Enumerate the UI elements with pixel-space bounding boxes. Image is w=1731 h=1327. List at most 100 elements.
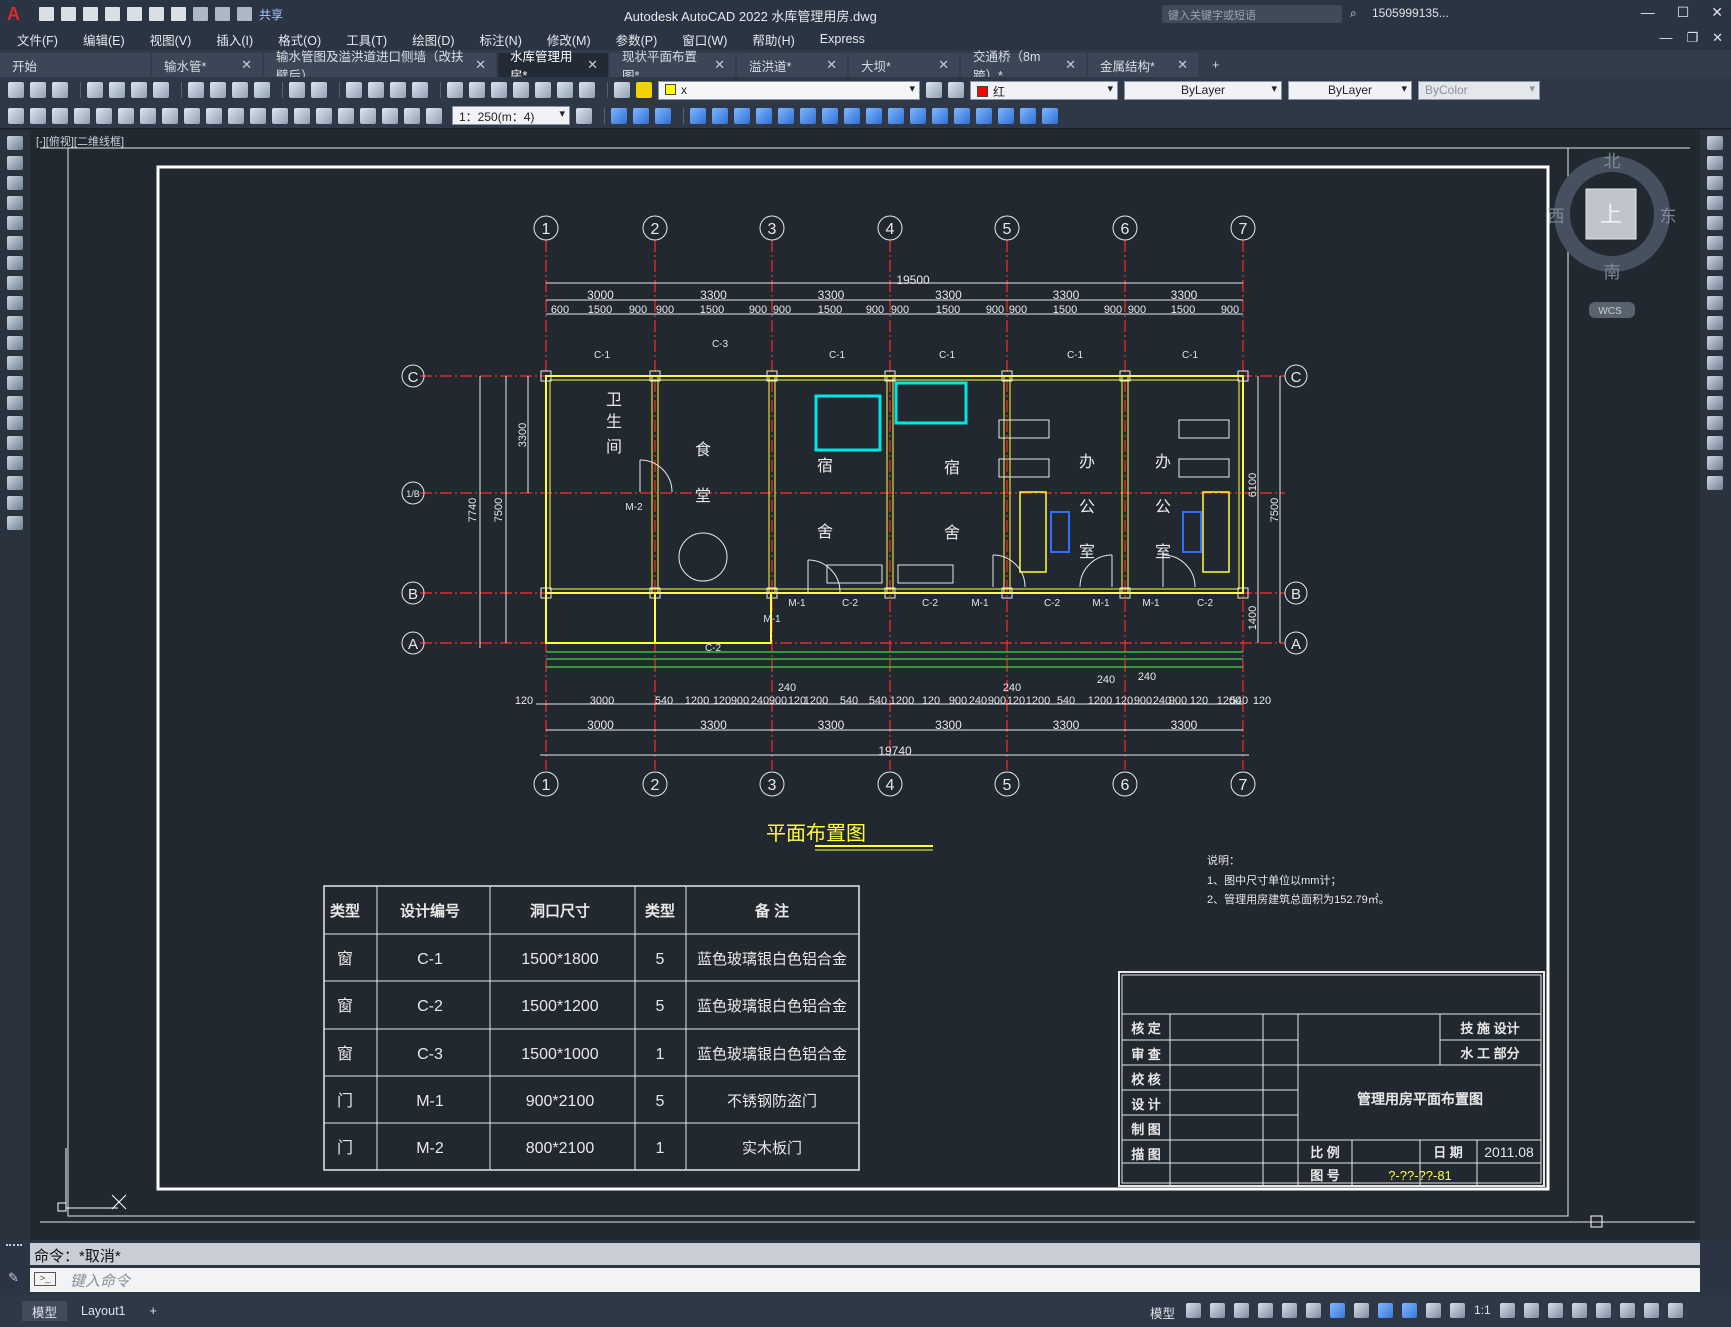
toolbar-save-icon[interactable] [52,82,68,98]
document-tab-1[interactable]: 输水管* ✕ [152,53,262,77]
save-web-icon[interactable] [149,7,164,21]
modify-tool-1-icon[interactable] [1707,156,1723,170]
toolbar-preview-icon[interactable] [109,82,125,98]
dim-angular-icon[interactable] [162,107,178,124]
viewport-controls[interactable]: [-][俯视][二维线框] [36,133,124,149]
tab-close-icon[interactable]: ✕ [938,57,949,73]
modify-copy-icon[interactable] [611,107,627,124]
draw-tool-3-icon[interactable] [7,196,23,210]
modify-tool-15-icon[interactable] [1707,436,1723,450]
toolbar-sheetset-icon[interactable] [513,82,529,98]
new-file-icon[interactable] [39,7,54,21]
open-file-icon[interactable] [61,7,76,21]
tab-close-icon[interactable]: ✕ [1177,57,1188,73]
redo-icon[interactable] [215,7,230,21]
dim-aligned-icon[interactable] [30,107,46,124]
plot-icon[interactable] [171,7,186,21]
draw-tool-2-icon[interactable] [7,176,23,190]
modify-offset-icon[interactable] [655,107,671,124]
modify-rotate-icon[interactable] [734,107,750,124]
modify-tool-8-icon[interactable] [1707,296,1723,310]
draw-tool-1-icon[interactable] [7,156,23,170]
annotation-monitor-icon[interactable] [1523,1303,1539,1318]
doc-restore-icon[interactable]: ❐ [1686,30,1698,46]
toolbar-matchprop-icon[interactable] [254,82,270,98]
drawing-canvas[interactable]: [-][俯视][二维线框] 1 1 2 2 3 3 4 4 5 5 6 6 7 7 C C 1/B B B A A C-1… [30,130,1700,1240]
tab-close-icon[interactable]: ✕ [475,57,486,73]
autocad-logo[interactable]: A [7,4,27,24]
draw-tool-13-icon[interactable] [7,396,23,410]
minimize-icon[interactable]: — [1641,4,1655,21]
tab-close-icon[interactable]: ✕ [241,57,252,73]
dim-break-icon[interactable] [272,107,288,124]
modify-tool-4-icon[interactable] [1707,216,1723,230]
draw-tool-16-icon[interactable] [7,456,23,470]
viewcube-east[interactable]: 东 [1660,207,1677,226]
user-account[interactable]: 1505999135... [1372,6,1449,20]
command-input[interactable]: >_ 键入命令 [30,1268,1700,1292]
dim-arc-icon[interactable] [52,107,68,124]
draw-tool-14-icon[interactable] [7,416,23,430]
modify-join-icon[interactable] [866,107,882,124]
toolbar-zoom-realtime-icon[interactable] [368,82,384,98]
draw-tool-10-icon[interactable] [7,336,23,350]
modify-move-icon[interactable] [712,107,728,124]
draw-tool-7-icon[interactable] [7,276,23,290]
search-input[interactable]: 键入关键字或短语 [1162,5,1342,23]
toolbar-zoom-previous-icon[interactable] [412,82,428,98]
dim-jogged-linear-icon[interactable] [360,107,376,124]
modify-chamfer-icon[interactable] [888,107,904,124]
annotation-scale-status[interactable]: 1:1 [1474,1303,1491,1318]
modify-tool-9-icon[interactable] [1707,316,1723,330]
modify-tool-3-icon[interactable] [1707,196,1723,210]
viewcube-top-label[interactable]: 上 [1600,202,1622,227]
modify-group-icon[interactable] [1042,107,1058,124]
transparency-icon[interactable] [1378,1303,1393,1318]
dim-space-icon[interactable] [250,107,266,124]
grid-icon[interactable] [1186,1303,1201,1318]
command-icon[interactable]: >_ [34,1272,56,1286]
object-snap-tracking-icon[interactable] [1306,1303,1321,1318]
modify-tool-6-icon[interactable] [1707,256,1723,270]
selection-cycling-icon[interactable] [1402,1303,1417,1318]
modify-tool-5-icon[interactable] [1707,236,1723,250]
toolbar-palettes-icon[interactable] [491,82,507,98]
modify-mirror-icon[interactable] [633,107,649,124]
clean-screen-icon[interactable] [1643,1303,1659,1318]
polar-icon[interactable] [1258,1303,1273,1318]
document-tab-2[interactable]: 输水管图及溢洪道进口侧墙（改扶壁后） ✕ [264,50,496,83]
command-drag-handle[interactable] [6,1244,22,1256]
draw-tool-12-icon[interactable] [7,376,23,390]
toolbar-plot-icon[interactable] [87,82,103,98]
tab-model[interactable]: 模型 [22,1301,68,1321]
customize-qat-icon[interactable] [237,7,252,21]
modify-explode-icon[interactable] [932,107,948,124]
modify-blend-icon[interactable] [998,107,1014,124]
menu-item-3[interactable]: 插入(I) [216,30,253,49]
draw-tool-8-icon[interactable] [7,296,23,310]
modify-tool-12-icon[interactable] [1707,376,1723,390]
layer-dropdown[interactable]: x ▾ [658,80,920,100]
modify-region-icon[interactable] [1020,107,1036,124]
wcs-label[interactable]: WCS [1598,306,1622,317]
inspection-icon[interactable] [338,107,354,124]
ortho-icon[interactable] [1234,1303,1249,1318]
toolbar-zoom-window-icon[interactable] [390,82,406,98]
modify-trim-icon[interactable] [800,107,816,124]
document-tab-4[interactable]: 现状平面布置图* ✕ [610,50,735,83]
modify-erase-icon[interactable] [954,107,970,124]
modify-scale-icon[interactable] [756,107,772,124]
dim-baseline-icon[interactable] [206,107,222,124]
linetype-dropdown[interactable]: ByLayer ▾ [1124,80,1282,100]
maximize-icon[interactable]: ☐ [1677,4,1690,21]
draw-tool-17-icon[interactable] [7,476,23,490]
modify-tool-0-icon[interactable] [1707,136,1723,150]
undo-icon[interactable] [193,7,208,21]
isolate-objects-icon[interactable] [1595,1303,1611,1318]
toolbar-new-icon[interactable] [8,82,24,98]
layer-previous-icon[interactable] [948,82,964,98]
document-tab-3[interactable]: 水库管理用房* ✕ [498,50,608,83]
units-icon[interactable] [1547,1303,1563,1318]
dim-update-icon[interactable] [426,107,442,124]
modify-tool-11-icon[interactable] [1707,356,1723,370]
